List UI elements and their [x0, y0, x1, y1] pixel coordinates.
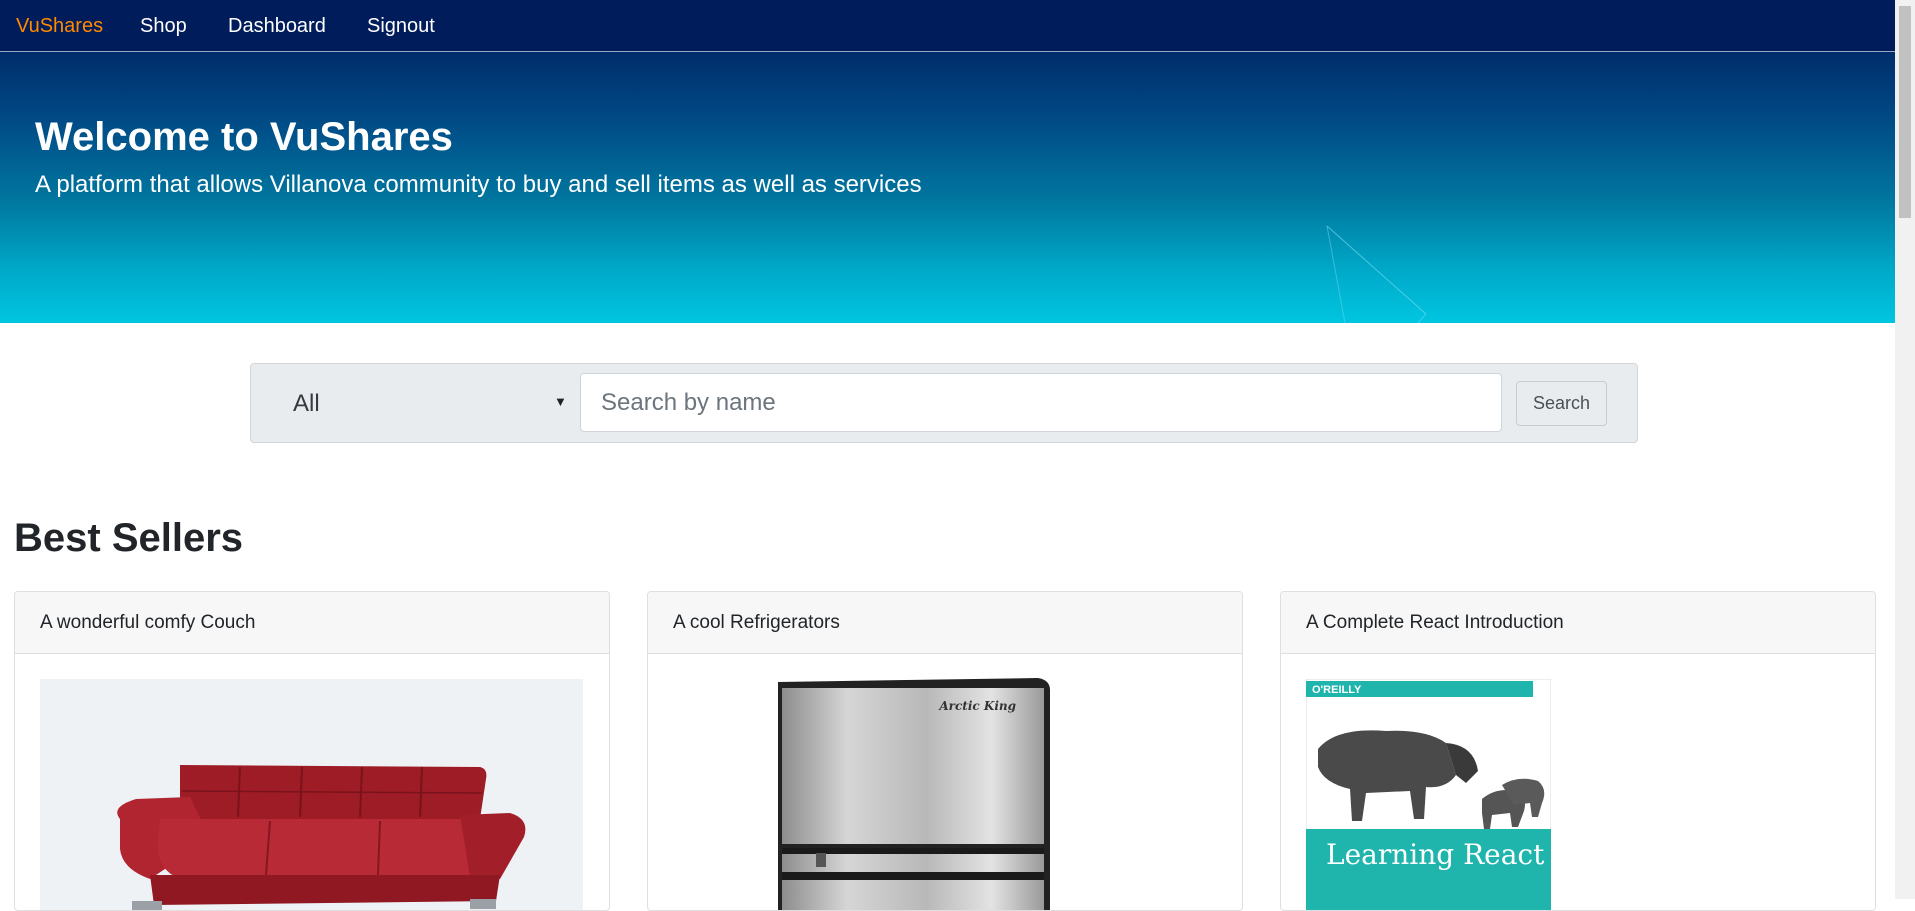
category-selected-value: All	[293, 390, 320, 417]
scrollbar-thumb[interactable]	[1899, 6, 1911, 218]
nav-link-shop[interactable]: Shop	[140, 14, 187, 38]
hero-banner: Welcome to VuShares A platform that allo…	[0, 52, 1895, 323]
hero-title: Welcome to VuShares	[35, 115, 453, 159]
book-title-text: Learning React	[1326, 838, 1545, 871]
card-title: A cool Refrigerators	[673, 612, 840, 633]
card-header: A Complete React Introduction	[1281, 592, 1875, 654]
learning-react-book-image[interactable]: O'REILLY Learning React	[1306, 679, 1551, 911]
hero-subtitle: A platform that allows Villanova communi…	[35, 171, 922, 198]
brand-link[interactable]: VuShares	[16, 14, 103, 38]
card-header: A cool Refrigerators	[648, 592, 1242, 654]
product-card-refrigerator[interactable]: A cool Refrigerators Arctic King	[647, 591, 1243, 911]
section-title-best-sellers: Best Sellers	[14, 516, 244, 560]
book-publisher-text: O'REILLY	[1312, 684, 1362, 696]
top-navbar: VuShares Shop Dashboard Signout	[0, 0, 1895, 52]
nav-link-dashboard[interactable]: Dashboard	[228, 14, 326, 38]
dropdown-arrow-icon: ▼	[554, 394, 567, 409]
search-input[interactable]	[580, 373, 1502, 432]
refrigerator-image[interactable]: Arctic King	[776, 678, 1054, 911]
card-header: A wonderful comfy Couch	[15, 592, 609, 654]
couch-image[interactable]	[40, 679, 583, 911]
card-title: A Complete React Introduction	[1306, 612, 1564, 633]
product-card-couch[interactable]: A wonderful comfy Couch	[14, 591, 610, 911]
product-card-react-book[interactable]: A Complete React Introduction O'REILLY L…	[1280, 591, 1876, 911]
category-select[interactable]: All ▼	[268, 374, 571, 432]
card-title: A wonderful comfy Couch	[40, 612, 256, 633]
fridge-brand-text: Arctic King	[938, 699, 1016, 713]
search-button[interactable]: Search	[1516, 381, 1607, 426]
nav-link-signout[interactable]: Signout	[367, 14, 435, 38]
